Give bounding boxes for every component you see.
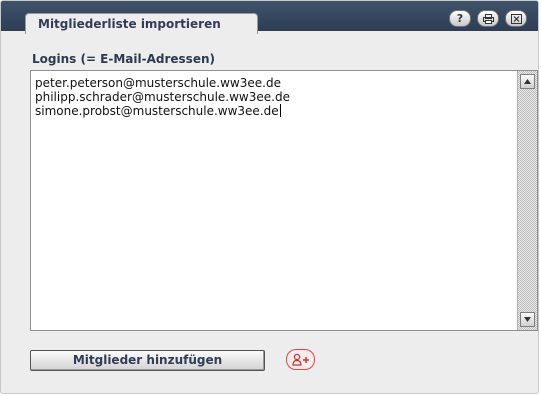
dialog-title-tab: Mitgliederliste importieren	[25, 13, 258, 34]
import-member-list-dialog: Mitgliederliste importieren ? Logins (= …	[0, 0, 539, 394]
dialog-title: Mitgliederliste importieren	[38, 17, 221, 31]
add-members-button-label: Mitglieder hinzufügen	[72, 353, 223, 367]
add-members-button[interactable]: Mitglieder hinzufügen	[30, 350, 265, 371]
help-icon: ?	[456, 12, 464, 25]
logins-label: Logins (= E-Mail-Adressen)	[32, 52, 215, 66]
logins-value[interactable]: peter.peterson@musterschule.ww3ee.de phi…	[35, 76, 290, 118]
textarea-scrollbar[interactable]	[517, 71, 537, 330]
help-button[interactable]: ?	[449, 10, 471, 27]
close-icon	[510, 14, 522, 24]
person-add-icon	[292, 353, 309, 366]
close-button[interactable]	[505, 10, 527, 27]
scroll-up-button[interactable]	[520, 74, 535, 89]
text-caret	[279, 104, 281, 117]
logins-textarea-text[interactable]: peter.peterson@musterschule.ww3ee.de phi…	[35, 76, 503, 118]
print-button[interactable]	[477, 10, 499, 27]
logins-textarea[interactable]: peter.peterson@musterschule.ww3ee.de phi…	[30, 70, 538, 331]
arrow-down-icon	[524, 317, 531, 322]
scroll-down-button[interactable]	[520, 312, 535, 327]
add-member-icon-button[interactable]	[286, 349, 315, 370]
arrow-up-icon	[524, 79, 531, 84]
print-icon	[482, 14, 494, 24]
